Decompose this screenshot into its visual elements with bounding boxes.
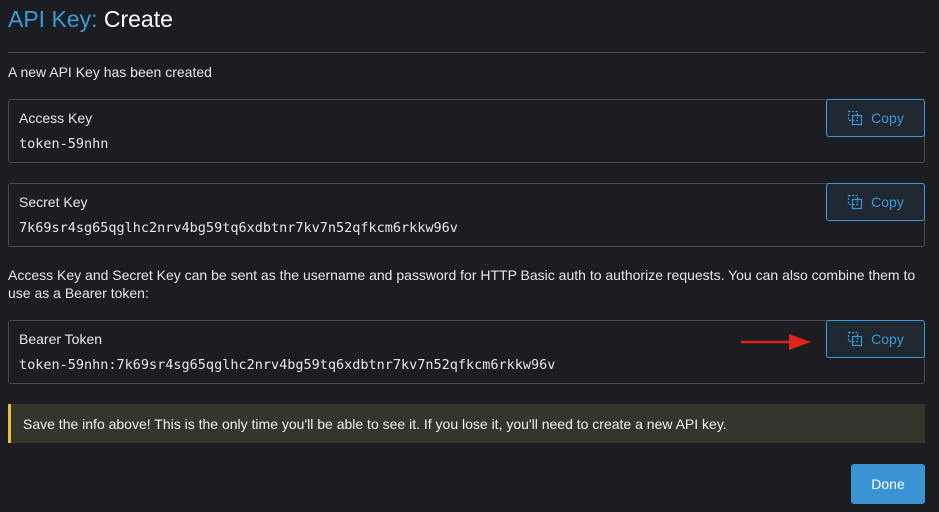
copy-secret-key-label: Copy [871, 194, 904, 210]
copy-icon [847, 110, 863, 126]
warning-text: Save the info above! This is the only ti… [23, 416, 727, 432]
access-key-box: Access Key token-59nhn Copy [8, 99, 925, 163]
bearer-token-value: token-59nhn:7k69sr4sg65qglhc2nrv4bg59tq6… [19, 357, 556, 373]
page-title-prefix: API Key: [8, 6, 98, 32]
copy-bearer-token-label: Copy [871, 331, 904, 347]
title-divider [8, 52, 925, 53]
access-key-value: token-59nhn [19, 136, 109, 152]
copy-access-key-label: Copy [871, 110, 904, 126]
copy-secret-key-button[interactable]: Copy [826, 183, 925, 221]
done-button[interactable]: Done [851, 464, 925, 504]
page-title-main: Create [103, 6, 173, 32]
copy-bearer-token-button[interactable]: Copy [826, 320, 925, 358]
copy-access-key-button[interactable]: Copy [826, 99, 925, 137]
secret-key-box: Secret Key 7k69sr4sg65qglhc2nrv4bg59tq6x… [8, 183, 925, 247]
warning-banner: Save the info above! This is the only ti… [8, 404, 925, 443]
page-title: API Key: Create [8, 4, 173, 34]
access-key-label: Access Key [19, 110, 93, 126]
copy-icon [847, 331, 863, 347]
intro-text: A new API Key has been created [8, 64, 212, 80]
auth-explanation: Access Key and Secret Key can be sent as… [8, 267, 916, 301]
secret-key-label: Secret Key [19, 194, 88, 210]
copy-icon [847, 194, 863, 210]
red-arrow-icon [741, 332, 811, 355]
secret-key-value: 7k69sr4sg65qglhc2nrv4bg59tq6xdbtnr7kv7n5… [19, 220, 458, 236]
bearer-token-label: Bearer Token [19, 331, 103, 347]
